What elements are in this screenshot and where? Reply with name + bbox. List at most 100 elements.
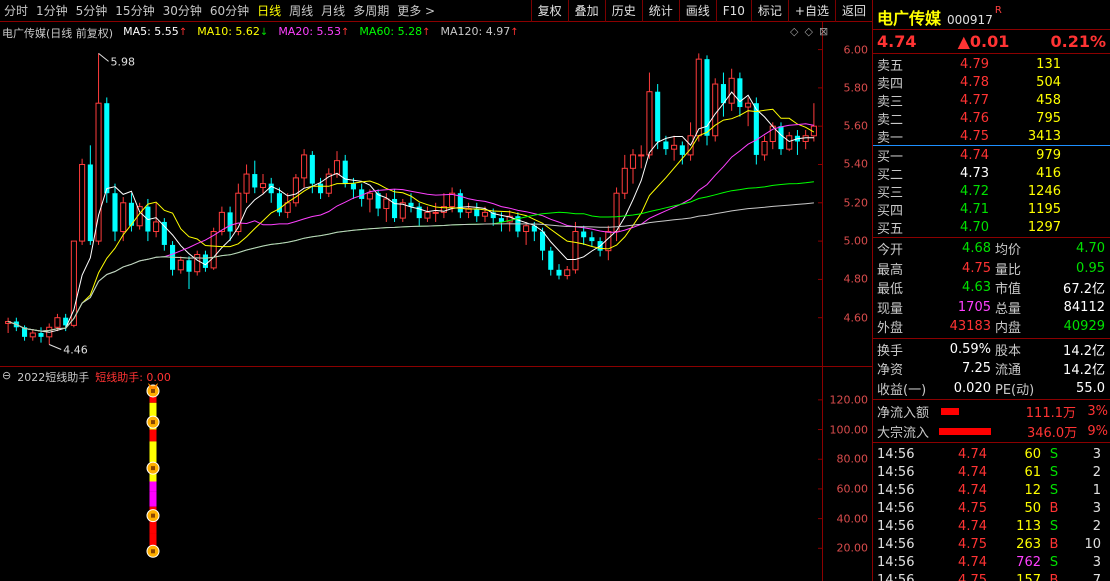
tab-period-9[interactable]: 多周期 — [349, 0, 393, 22]
candle-body — [424, 211, 431, 219]
tool-button-0[interactable]: 复权 — [530, 0, 568, 22]
book-row[interactable]: 买一 4.74 979 — [873, 146, 1110, 165]
indicator-chart[interactable]: ⊖ 2022短线助手 短线助手: 0.00 120.00 100.00 80.00 6… — [0, 366, 872, 581]
panel-control-icon[interactable]: ⊠ — [819, 25, 828, 38]
stat-label: 现量 — [877, 301, 904, 317]
tool-button-4[interactable]: 画线 — [678, 0, 716, 22]
candle-body — [663, 141, 669, 150]
candle-body — [556, 269, 562, 276]
tick-list[interactable]: 14:56 4.74 60 S 3 14:56 4.74 61 S 2 14:56 4.74 12 S 1 1… — [873, 443, 1110, 581]
ma-value: MA60: 5.28 — [359, 25, 423, 38]
indicator-axis-label: 80.00 — [836, 452, 869, 466]
tab-period-4[interactable]: 30分钟 — [159, 0, 206, 22]
book-volume: 504 — [1036, 74, 1061, 90]
stat-row: 最高 4.75 量比 0.95 — [873, 259, 1110, 279]
tick-row[interactable]: 14:56 4.74 12 S 1 — [873, 481, 1110, 499]
candle-body — [695, 58, 702, 137]
ma-value: MA120: 4.97 — [440, 25, 511, 38]
kline-chart[interactable]: 电广传媒(日线 前复权) MA5: 5.55↑ MA10: 5.62↓ MA20: … — [0, 22, 872, 366]
book-row[interactable]: 卖二 4.76 795 — [873, 109, 1110, 128]
money-bag-mark — [151, 388, 155, 393]
panel-control-icon[interactable]: ◇ — [804, 25, 812, 38]
candle-body — [243, 173, 250, 194]
book-row[interactable]: 卖五 4.79 131 — [873, 55, 1110, 74]
money-bag-mark — [151, 466, 155, 471]
book-row[interactable]: 买二 4.73 416 — [873, 164, 1110, 183]
flow-pct: 9% — [1087, 423, 1108, 439]
tick-row[interactable]: 14:56 4.75 50 B 3 — [873, 499, 1110, 517]
signal-bar — [149, 481, 157, 492]
tick-row[interactable]: 14:56 4.74 113 S 2 — [873, 517, 1110, 535]
price-axis-label: 5.20 — [843, 196, 869, 210]
price-axis-label: 5.60 — [843, 119, 869, 133]
tick-count: 7 — [1092, 572, 1101, 581]
indicator-svg[interactable] — [0, 367, 822, 581]
tool-button-8[interactable]: 返回 — [834, 0, 872, 22]
tab-period-2[interactable]: 5分钟 — [72, 0, 112, 22]
tick-row[interactable]: 14:56 4.74 61 S 2 — [873, 463, 1110, 481]
stock-name: 电广传媒 — [877, 9, 942, 28]
candle-body — [737, 78, 743, 108]
stat-value: 1705 — [957, 299, 991, 315]
candle-body — [383, 198, 390, 210]
tool-button-7[interactable]: +自选 — [787, 0, 835, 22]
candle-body — [498, 218, 504, 222]
candle-body — [481, 211, 489, 217]
book-price: 4.72 — [960, 183, 989, 199]
panel-control-icon[interactable]: ◇ — [790, 25, 798, 38]
book-row[interactable]: 卖一 4.75 3413 — [873, 127, 1110, 146]
tick-row[interactable]: 14:56 4.74 762 S 3 — [873, 553, 1110, 571]
stat-label: 今开 — [877, 243, 904, 259]
tool-button-3[interactable]: 统计 — [641, 0, 679, 22]
flow-row: 净流入额 111.1万 3% — [873, 401, 1110, 421]
tab-period-5[interactable]: 60分钟 — [206, 0, 253, 22]
tick-side: S — [1049, 446, 1059, 462]
tick-count: 3 — [1092, 554, 1101, 570]
tab-period-6[interactable]: 日线 — [253, 0, 285, 22]
book-volume: 979 — [1036, 147, 1061, 163]
candle-body — [802, 135, 809, 143]
tick-side: S — [1049, 518, 1059, 534]
tick-price: 4.75 — [958, 572, 987, 581]
tool-buttons: 复权 叠加 历史 统计 画线 F10 标记 +自选 返回 — [530, 0, 872, 22]
book-label: 买五 — [877, 221, 904, 237]
tick-count: 2 — [1092, 464, 1101, 480]
book-row[interactable]: 买三 4.72 1246 — [873, 182, 1110, 201]
kline-svg[interactable]: 5.98 4.46 — [0, 22, 822, 366]
price-axis-label: 4.80 — [843, 272, 869, 286]
book-row[interactable]: 买五 4.70 1297 — [873, 218, 1110, 237]
candle-body — [202, 254, 208, 268]
tool-button-2[interactable]: 历史 — [604, 0, 642, 22]
tab-period-8[interactable]: 月线 — [317, 0, 349, 22]
candle-body — [474, 208, 480, 217]
book-label: 买一 — [877, 149, 904, 165]
tick-row[interactable]: 14:56 4.75 263 B 10 — [873, 535, 1110, 553]
signal-bar — [149, 429, 157, 442]
indicator-axis-label: 20.00 — [836, 541, 869, 555]
candle-body — [540, 231, 546, 251]
candle-body — [366, 192, 373, 200]
book-row[interactable]: 买四 4.71 1195 — [873, 200, 1110, 219]
tool-button-1[interactable]: 叠加 — [567, 0, 605, 22]
stat-row: 今开 4.68 均价 4.70 — [873, 239, 1110, 259]
high-marker-label: 5.98 — [111, 55, 136, 68]
tool-button-6[interactable]: 标记 — [750, 0, 788, 22]
book-row[interactable]: 卖四 4.78 504 — [873, 73, 1110, 92]
price-axis-label: 5.00 — [843, 234, 869, 248]
money-bag-mark — [151, 513, 155, 518]
tab-period-10[interactable]: 更多 > — [393, 0, 439, 22]
tick-row[interactable]: 14:56 4.74 60 S 3 — [873, 445, 1110, 463]
tab-period-0[interactable]: 分时 — [0, 0, 32, 22]
candle-body — [54, 317, 61, 328]
stat-label: 总量 — [995, 301, 1022, 317]
ma-legend-item: MA120: 4.97↑ — [441, 25, 519, 41]
tab-period-3[interactable]: 15分钟 — [111, 0, 158, 22]
tick-row[interactable]: 14:56 4.75 157 B 7 — [873, 571, 1110, 581]
book-row[interactable]: 卖三 4.77 458 — [873, 91, 1110, 110]
tab-period-1[interactable]: 1分钟 — [32, 0, 72, 22]
tool-button-5[interactable]: F10 — [715, 0, 751, 22]
quote-panel: 电广传媒 000917 R 4.74 ▲0.01 0.21% 卖五 4.79 131… — [872, 0, 1110, 581]
tab-period-7[interactable]: 周线 — [285, 0, 317, 22]
candle-body — [153, 221, 160, 233]
candle-body — [350, 183, 356, 190]
